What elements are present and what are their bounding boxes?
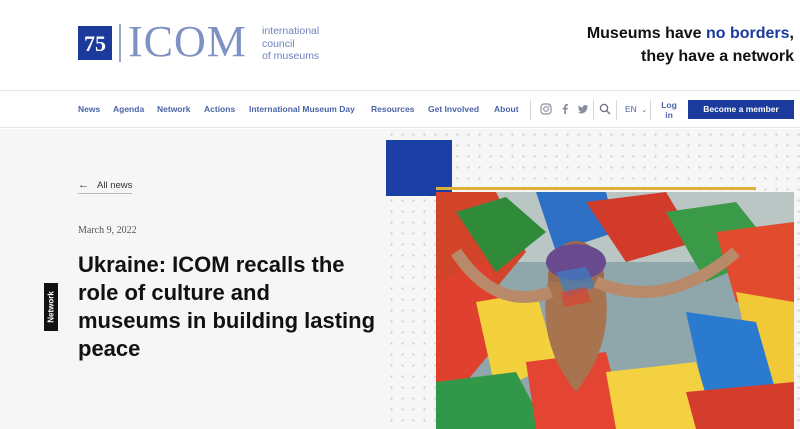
login-label-line2: in xyxy=(665,110,673,120)
slogan-text: Museums have xyxy=(586,25,706,42)
nav-item-get-involved[interactable]: Get Involved xyxy=(428,104,479,114)
login-link[interactable]: Log in xyxy=(660,100,678,120)
site-slogan: Museums have no borders, they have a net… xyxy=(587,22,794,68)
back-label: All news xyxy=(97,180,133,191)
article-date: March 9, 2022 xyxy=(78,225,137,236)
nav-item-actions[interactable]: Actions xyxy=(204,104,235,114)
logo-tagline: international council of museums xyxy=(262,25,319,63)
twitter-icon[interactable] xyxy=(577,103,589,115)
nav-item-about[interactable]: About xyxy=(494,104,519,114)
main-navigation: News Agenda Network Actions Internationa… xyxy=(0,90,800,128)
arrow-left-icon: ← xyxy=(78,179,89,191)
logo-wordmark[interactable]: ICOM xyxy=(128,18,247,66)
back-link-underline xyxy=(78,193,132,194)
article-photo xyxy=(436,192,794,429)
login-label-line1: Log xyxy=(661,100,677,110)
logo-tagline-line: international xyxy=(262,25,320,37)
nav-item-museum-day[interactable]: International Museum Day xyxy=(249,104,355,114)
slogan-accent: no borders xyxy=(705,25,790,42)
search-icon[interactable] xyxy=(599,103,611,115)
logo-tagline-line: council xyxy=(262,37,295,50)
nav-divider xyxy=(530,100,531,120)
site-header: 75 ICOM international council of museums… xyxy=(0,0,800,90)
article-hero: ← All news March 9, 2022 Ukraine: ICOM re… xyxy=(0,129,800,429)
nav-divider xyxy=(593,100,594,120)
nav-item-agenda[interactable]: Agenda xyxy=(113,104,144,114)
language-code: EN xyxy=(625,104,637,114)
nav-item-resources[interactable]: Resources xyxy=(371,104,414,114)
nav-divider xyxy=(616,100,617,120)
nav-item-news[interactable]: News xyxy=(78,104,100,114)
nav-item-network[interactable]: Network xyxy=(157,104,191,114)
back-to-news-link[interactable]: ← All news xyxy=(78,179,132,191)
gold-accent-line xyxy=(436,187,756,190)
slogan-line-2: they have a network xyxy=(641,48,794,65)
logo-tagline-line: of museums xyxy=(262,50,320,62)
instagram-icon[interactable] xyxy=(540,103,552,115)
become-member-button[interactable]: Become a member xyxy=(688,100,794,119)
slogan-comma: , xyxy=(789,25,794,42)
category-tag[interactable]: Network xyxy=(44,283,58,331)
logo-mark-number: 75 xyxy=(84,31,106,56)
logo-divider xyxy=(119,24,121,62)
article-title: Ukraine: ICOM recalls the role of cultur… xyxy=(78,252,376,361)
chevron-down-icon: ⌄ xyxy=(641,107,648,114)
facebook-icon[interactable] xyxy=(559,103,571,115)
language-selector[interactable]: EN ⌄ xyxy=(625,104,647,114)
category-label: Network xyxy=(46,291,56,323)
icom-75-logo-icon[interactable]: 75 xyxy=(78,26,112,60)
nav-divider xyxy=(650,100,651,120)
